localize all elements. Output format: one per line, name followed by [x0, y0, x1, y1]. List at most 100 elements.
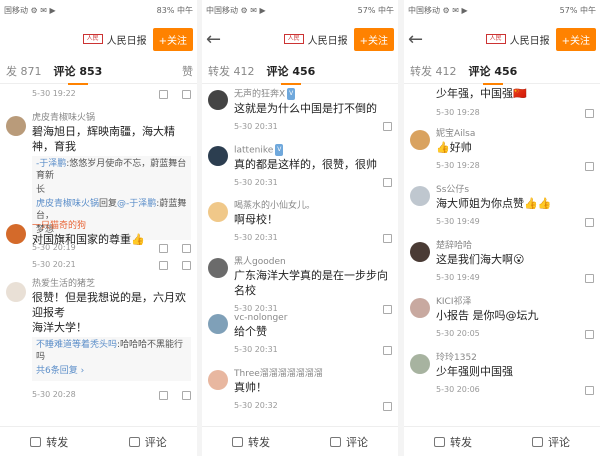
- comment-text: 少年强则中国强: [436, 365, 513, 378]
- user-name[interactable]: 玲玲1352: [436, 352, 594, 364]
- repost-label: 转发: [248, 435, 270, 449]
- avatar[interactable]: [410, 354, 430, 374]
- user-name[interactable]: 虎皮青椒味火锅: [32, 112, 191, 124]
- reply-icon[interactable]: [585, 385, 594, 395]
- list-item: 无声的狂奔X V 这就是为什么中国是打不倒的 5-30 20:31: [202, 84, 398, 140]
- user-name[interactable]: KICI祁泽: [436, 296, 594, 308]
- reply-icon[interactable]: [585, 217, 594, 227]
- comment-button[interactable]: 评论: [300, 434, 398, 450]
- comment-time: 5-30 19:49: [436, 217, 480, 226]
- user-name[interactable]: Three溜溜溜溜溜溜溜: [234, 368, 392, 380]
- reply-icon[interactable]: [585, 108, 594, 118]
- user-name[interactable]: 黑人gooden: [234, 256, 392, 268]
- comment-label: 评论: [144, 435, 167, 449]
- avatar[interactable]: [6, 224, 26, 244]
- user-name[interactable]: Ss公仔s: [436, 184, 594, 196]
- status-bar: 中国移动 ⚙ ✉ ▶ 57% 中午: [404, 0, 600, 20]
- list-item: 5-30 19:22: [0, 84, 197, 106]
- top-nav: ← 人民 人民日报 +关注: [404, 20, 600, 58]
- avatar[interactable]: [208, 90, 228, 110]
- top-nav: 人民 人民日报 +关注: [0, 20, 197, 58]
- back-arrow-icon[interactable]: ←: [408, 29, 432, 50]
- back-arrow-icon[interactable]: ←: [206, 29, 230, 50]
- repost-label: 转发: [450, 435, 472, 449]
- repost-button[interactable]: 转发: [0, 434, 99, 450]
- user-name[interactable]: 喝蒸水的小仙女儿。: [234, 200, 392, 212]
- comment-text: 真帅！: [234, 381, 267, 394]
- forward-icon[interactable]: [159, 390, 168, 400]
- reply-icon[interactable]: [383, 233, 392, 243]
- forward-icon[interactable]: [159, 260, 168, 270]
- list-item: 黑人gooden 广东海洋大学真的是在一步步向名校 5-30 20:31: [202, 252, 398, 314]
- avatar[interactable]: [208, 146, 228, 166]
- comment-text: 少年强，中国强🇨🇳: [436, 87, 527, 100]
- avatar[interactable]: [410, 186, 430, 206]
- reply-icon[interactable]: [383, 122, 392, 131]
- comment-icon[interactable]: [182, 390, 191, 400]
- reply-user[interactable]: 虎皮青椒味火锅: [36, 199, 99, 209]
- level-badge: V: [287, 88, 296, 100]
- page-title: 人民日报: [106, 35, 147, 47]
- avatar[interactable]: [208, 314, 228, 334]
- comment-button[interactable]: 评论: [502, 434, 600, 450]
- reply-icon[interactable]: [585, 329, 594, 339]
- list-item: 热爱生活的猪芝 很赞！但是我想说的是，六月欢迎报考 海洋大学！ 不睡难道等着秃头…: [0, 270, 197, 400]
- comment-time: 5-30 19:49: [436, 273, 480, 282]
- user-name[interactable]: 楚辞哈哈: [436, 240, 594, 252]
- tab-repost[interactable]: 发 871: [6, 63, 42, 79]
- repost-button[interactable]: 转发: [404, 434, 502, 450]
- comment-button[interactable]: 评论: [99, 434, 198, 450]
- reply-icon[interactable]: [585, 273, 594, 283]
- user-name[interactable]: 热爱生活的猪芝: [32, 278, 191, 290]
- comment-text: 啊母校！: [234, 213, 278, 226]
- follow-button[interactable]: +关注: [555, 27, 596, 51]
- tab-repost[interactable]: 转发 412: [410, 63, 457, 79]
- user-name[interactable]: 妮宝Ailsa: [436, 128, 594, 140]
- reply-icon[interactable]: [383, 178, 392, 187]
- reply-icon[interactable]: [585, 161, 594, 171]
- logo: 人民: [485, 34, 506, 44]
- comment-icon[interactable]: [182, 89, 191, 99]
- reply-user[interactable]: -于泽鹏: [36, 159, 66, 169]
- avatar[interactable]: [208, 370, 228, 390]
- comment-text-content: 小报告 是你吗@坛九: [436, 309, 539, 322]
- tab-comment[interactable]: 评论 456: [469, 63, 517, 85]
- more-replies-link[interactable]: 共6条回复 ›: [36, 365, 187, 377]
- comment-time: 5-30 20:32: [234, 401, 278, 410]
- tab-comment[interactable]: 评论 456: [267, 63, 315, 85]
- top-nav: ← 人民 人民日报 +关注: [202, 20, 398, 58]
- comment-time: 5-30 20:31: [234, 233, 278, 242]
- user-name[interactable]: lattenike V: [234, 144, 392, 157]
- follow-button[interactable]: +关注: [353, 27, 394, 51]
- comment-panel-1: 国移动 ⚙ ✉ ▶ 83% 中午 人民 人民日报 +关注 发 871 评论 85…: [0, 0, 197, 456]
- comment-list: 少年强，中国强🇨🇳 5-30 19:28 妮宝Ailsa 👍好帅 5-30 19…: [404, 84, 600, 426]
- reply-icon[interactable]: [383, 401, 392, 411]
- user-name[interactable]: vc-nolonger: [234, 312, 392, 324]
- avatar[interactable]: [410, 130, 430, 150]
- follow-button[interactable]: +关注: [152, 27, 193, 51]
- comment-time: 5-30 20:31: [234, 177, 278, 187]
- user-name[interactable]: 一只猫奇的狗: [32, 220, 191, 232]
- reply-box[interactable]: 不睡难道等着秃头吗:哈哈哈不黑能行吗 共6条回复 ›: [32, 337, 191, 381]
- avatar[interactable]: [410, 242, 430, 262]
- comment-text: 很赞！但是我想说的是，六月欢迎报考: [32, 291, 186, 319]
- avatar[interactable]: [208, 258, 228, 278]
- avatar[interactable]: [410, 298, 430, 318]
- user-name[interactable]: 无声的狂奔X V: [234, 88, 392, 101]
- avatar[interactable]: [6, 116, 26, 136]
- reply-verb: 回复: [99, 199, 118, 209]
- avatar[interactable]: [208, 202, 228, 222]
- tab-repost[interactable]: 转发 412: [208, 63, 255, 79]
- avatar[interactable]: [6, 282, 26, 302]
- reply-icon[interactable]: [383, 345, 392, 355]
- reply-user[interactable]: 不睡难道等着秃头吗: [36, 340, 117, 350]
- repost-button[interactable]: 转发: [202, 434, 300, 450]
- tab-like[interactable]: 赞: [182, 63, 193, 79]
- forward-icon[interactable]: [159, 89, 168, 99]
- tab-comment[interactable]: 评论 853: [54, 63, 102, 85]
- reply-mention[interactable]: @-于泽鹏: [117, 199, 156, 209]
- comment-panel-3: 中国移动 ⚙ ✉ ▶ 57% 中午 ← 人民 人民日报 +关注 转发 412 评…: [404, 0, 600, 456]
- status-left: 国移动 ⚙ ✉ ▶: [4, 5, 56, 15]
- list-item: 玲玲1352 少年强则中国强 5-30 20:06: [404, 348, 600, 404]
- comment-icon[interactable]: [182, 260, 191, 270]
